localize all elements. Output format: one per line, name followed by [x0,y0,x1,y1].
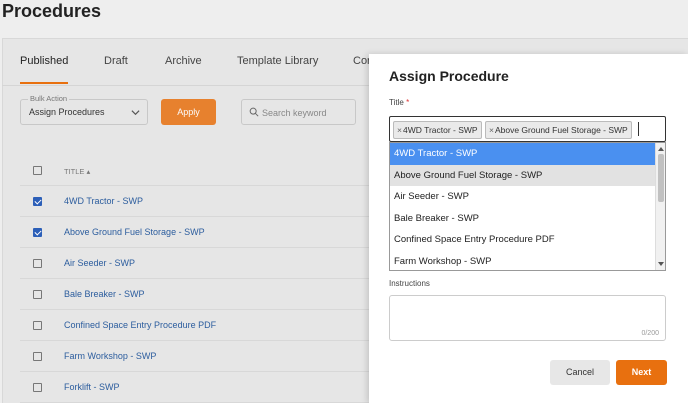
instructions-label: Instructions [389,279,430,288]
row-title-link[interactable]: 4WD Tractor - SWP [64,196,143,206]
row-title-link[interactable]: Confined Space Entry Procedure PDF [64,320,216,330]
table-row: Farm Workshop - SWP [20,341,370,372]
apply-button[interactable]: Apply [161,99,216,125]
instructions-textarea[interactable]: 0/200 [389,295,666,341]
scrollbar-thumb[interactable] [658,154,664,202]
text-caret [638,122,639,136]
row-title-link[interactable]: Forklift - SWP [64,382,120,392]
row-checkbox[interactable] [33,259,42,268]
modal-title: Assign Procedure [389,68,509,84]
selected-chip: ×4WD Tractor - SWP [393,121,482,139]
row-title-link[interactable]: Farm Workshop - SWP [64,351,156,361]
table-row: Confined Space Entry Procedure PDF [20,310,370,341]
row-checkbox[interactable] [33,352,42,361]
scroll-up-icon[interactable] [658,146,664,151]
scroll-down-icon[interactable] [658,262,664,267]
tab-draft[interactable]: Draft [104,55,128,67]
option-item[interactable]: Above Ground Fuel Storage - SWP [390,164,656,186]
tab-template-library[interactable]: Template Library [237,55,318,67]
option-item[interactable]: Confined Space Entry Procedure PDF [390,229,656,251]
table-row: Air Seeder - SWP [20,248,370,279]
cancel-button[interactable]: Cancel [550,360,610,385]
table-row: Bale Breaker - SWP [20,279,370,310]
chip-remove-icon[interactable]: × [489,125,494,135]
assign-procedure-modal: Assign Procedure Title * ×4WD Tractor - … [369,54,688,403]
tab-archive[interactable]: Archive [165,55,202,67]
table-row: Above Ground Fuel Storage - SWP [20,217,370,248]
option-item[interactable]: 4WD Tractor - SWP [390,143,656,165]
table-row: Forklift - SWP [20,372,370,403]
sort-asc-icon: ▴ [86,167,91,176]
chevron-down-icon [131,110,140,116]
search-placeholder: Search keyword [262,108,327,118]
row-checkbox[interactable] [33,383,42,392]
option-item[interactable]: Air Seeder - SWP [390,186,656,208]
character-counter: 0/200 [641,330,659,337]
page-title: Procedures [2,1,102,21]
select-all-checkbox[interactable] [33,166,42,175]
bulk-action-label: Bulk Action [28,94,70,103]
table-row: 4WD Tractor - SWP [20,186,370,217]
search-icon [249,107,259,117]
row-checkbox[interactable] [33,321,42,330]
row-title-link[interactable]: Air Seeder - SWP [64,258,135,268]
next-button[interactable]: Next [616,360,667,385]
title-tag-input[interactable]: ×4WD Tractor - SWP ×Above Ground Fuel St… [389,116,666,142]
option-item[interactable]: Bale Breaker - SWP [390,208,656,230]
table-header-row: TITLE ▴ [20,155,370,186]
row-checkbox[interactable] [33,228,42,237]
row-checkbox[interactable] [33,197,42,206]
title-field-label: Title * [389,98,410,107]
listbox-scrollbar[interactable] [655,143,665,270]
option-item[interactable]: Farm Workshop - SWP [390,251,656,271]
tab-published[interactable]: Published [20,55,68,67]
search-input[interactable]: Search keyword [241,99,356,125]
active-tab-indicator [20,82,68,84]
row-title-link[interactable]: Bale Breaker - SWP [64,289,145,299]
chip-remove-icon[interactable]: × [397,125,402,135]
selected-chip: ×Above Ground Fuel Storage - SWP [485,121,632,139]
row-checkbox[interactable] [33,290,42,299]
column-header-title[interactable]: TITLE ▴ [64,167,90,176]
row-title-link[interactable]: Above Ground Fuel Storage - SWP [64,227,205,237]
bulk-action-value: Assign Procedures [29,107,105,117]
bulk-action-select[interactable]: Bulk Action Assign Procedures [20,94,148,125]
options-listbox: 4WD Tractor - SWP Above Ground Fuel Stor… [389,142,666,271]
